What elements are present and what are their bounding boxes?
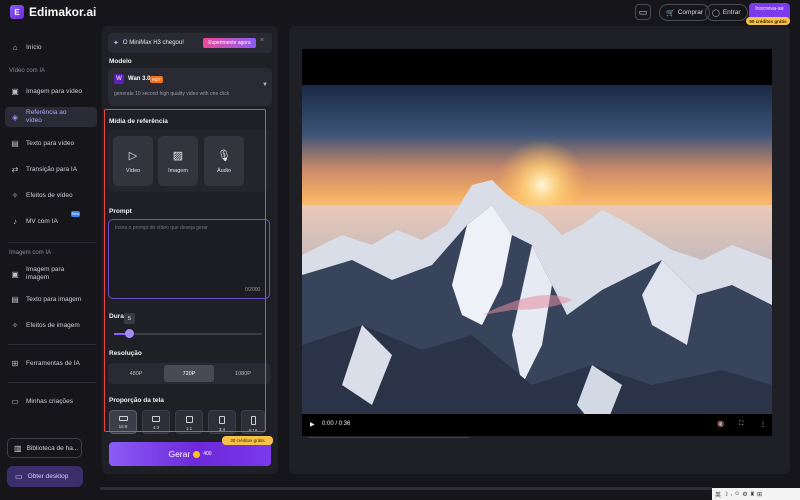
emoji-icon[interactable]: ☺ [734, 491, 740, 497]
free-credits-badge: 30 créditos grátis [222, 436, 273, 445]
home-icon: ⌂ [12, 42, 18, 52]
model-logo-icon: W [114, 74, 124, 84]
login-label: Entrar [722, 9, 741, 16]
get-desktop-label: Obter desktop [27, 473, 69, 480]
monitor-icon: ▭ [15, 472, 23, 481]
sidebar-item-mv[interactable]: ♪ MV com IA [5, 214, 97, 228]
sparkle-icon: ✧ [11, 190, 19, 200]
generate-cost: 400 [203, 451, 212, 457]
sparkle-icon: ✧ [11, 320, 19, 330]
music-icon: ♪ [13, 216, 17, 226]
shirt-icon[interactable]: ♜ [750, 491, 755, 498]
sidebar-item-image-to-image[interactable]: ▣ Imagem para imagem [5, 264, 97, 284]
sidebar-item-label: Imagem para vídeo [26, 87, 83, 95]
sidebar-item-label: MV com IA [26, 217, 58, 225]
grid-icon: ⊞ [11, 358, 19, 368]
video-time: 0:00 / 0:36 [322, 421, 351, 427]
sidebar-item-label: Imagem para imagem [26, 266, 65, 281]
credits-badge: 90 créditos grátis [746, 17, 790, 25]
buy-button[interactable]: 🛒 Comprar [659, 4, 711, 21]
model-label: Modelo [109, 58, 132, 65]
sidebar-item-label: Transição para IA [26, 165, 78, 173]
comma-icon[interactable]: , [730, 491, 732, 497]
system-tray: 英 ☽ , ☺ ⚙ ♜ ⊞ [712, 488, 800, 500]
app-root: E Edimakor.ai ▭ 🛒 Comprar ◯ Entrar Inscr… [0, 0, 800, 500]
generate-label: Gerar [168, 449, 191, 459]
transition-icon: ⇄ [11, 164, 19, 174]
sidebar-item-image-effects[interactable]: ✧ Efeitos de imagem [5, 318, 97, 332]
sidebar-item-reference-video[interactable]: ◈ Referência ao vídeo [5, 107, 97, 127]
promo-try-button[interactable]: Experimente agora [203, 38, 256, 48]
section-video-title: Vídeo com IA [9, 68, 46, 74]
settings-icon[interactable]: ⚙ [742, 491, 747, 498]
library-button[interactable]: ▥ Biblioteca de ha... [7, 438, 82, 458]
close-icon[interactable]: × [260, 37, 264, 44]
buy-label: Comprar [677, 9, 704, 16]
hot-badge: HOT [150, 76, 163, 83]
chevron-down-icon: ▼ [262, 82, 268, 88]
sidebar-item-label: Ferramentas de IA [26, 359, 80, 367]
sidebar-divider [8, 382, 96, 383]
sidebar-item-image-to-video[interactable]: ▣ Imagem para vídeo [5, 84, 97, 98]
login-button[interactable]: ◯ Entrar [705, 4, 748, 21]
logo-icon: E [10, 5, 24, 19]
sidebar-item-label: Início [26, 43, 42, 51]
generate-button[interactable]: Gerar 400 [109, 442, 271, 466]
video-frame [302, 85, 772, 436]
sidebar-item-label: Texto para imagem [26, 295, 82, 303]
get-desktop-button[interactable]: ▭ Obter desktop [7, 466, 83, 487]
sidebar-item-label: Referência ao vídeo [26, 109, 67, 124]
model-name: Wan 3.0 [128, 76, 151, 82]
user-icon: ◯ [712, 9, 720, 17]
mute-icon[interactable]: 🔇 [717, 421, 724, 428]
sidebar-item-label: Efeitos de imagem [26, 321, 80, 329]
moon-icon[interactable]: ☽ [723, 491, 728, 498]
sidebar-item-text-to-video[interactable]: ▤ Texto para vídeo [5, 136, 97, 150]
fullscreen-icon[interactable]: ⛶ [739, 421, 743, 428]
monitor-icon-button[interactable]: ▭ [635, 4, 651, 20]
text-icon: ▤ [11, 294, 19, 304]
section-image-title: Imagem com IA [9, 250, 52, 256]
image-icon: ▣ [11, 86, 19, 96]
sidebar-divider [8, 242, 96, 243]
image-icon: ▣ [11, 269, 19, 279]
sidebar-item-label: Texto para vídeo [26, 139, 75, 147]
horizontal-scrollbar[interactable] [100, 487, 712, 490]
library-label: Biblioteca de ha... [26, 444, 79, 452]
sidebar-item-text-to-image[interactable]: ▤ Texto para imagem [5, 292, 97, 306]
top-bar: E Edimakor.ai ▭ 🛒 Comprar ◯ Entrar Inscr… [0, 0, 800, 26]
reference-icon: ◈ [11, 112, 19, 122]
sparkle-icon: ✦ [113, 40, 119, 47]
sidebar-item-home[interactable]: ⌂ Início [5, 40, 97, 54]
play-icon[interactable]: ▶ [310, 421, 315, 428]
video-progress-bar[interactable] [309, 437, 469, 438]
grid-icon[interactable]: ⊞ [757, 491, 762, 498]
video-controls: ▶ 0:00 / 0:36 🔇 ⛶ ⋮ [302, 414, 772, 436]
cart-icon: 🛒 [666, 9, 675, 17]
sidebar-item-video-effects[interactable]: ✧ Efeitos de vídeo [5, 188, 97, 202]
more-options-icon[interactable]: ⋮ [760, 421, 766, 428]
folder-icon: ▭ [11, 396, 19, 406]
sidebar-item-label: Minhas criações [26, 397, 73, 405]
coin-icon [193, 450, 201, 458]
new-badge: New [71, 211, 80, 217]
sidebar-item-my-creations[interactable]: ▭ Minhas criações [5, 394, 97, 408]
selection-highlight [104, 109, 266, 432]
model-description: generate 10 second high quality video wi… [114, 91, 230, 97]
sidebar-item-ai-tools[interactable]: ⊞ Ferramentas de IA [5, 356, 97, 370]
video-player[interactable] [302, 49, 772, 436]
sidebar-item-transition[interactable]: ⇄ Transição para IA [5, 162, 97, 176]
sidebar-item-label: Efeitos de vídeo [26, 191, 73, 199]
text-icon: ▤ [11, 138, 19, 148]
sidebar-divider [8, 344, 96, 345]
promo-text: O MiniMax H3 chegou! [122, 40, 184, 46]
app-name: Edimakor.ai [29, 5, 97, 19]
library-icon: ▥ [14, 443, 22, 453]
model-select[interactable] [108, 68, 272, 106]
input-method-icon[interactable]: 英 [715, 490, 721, 499]
